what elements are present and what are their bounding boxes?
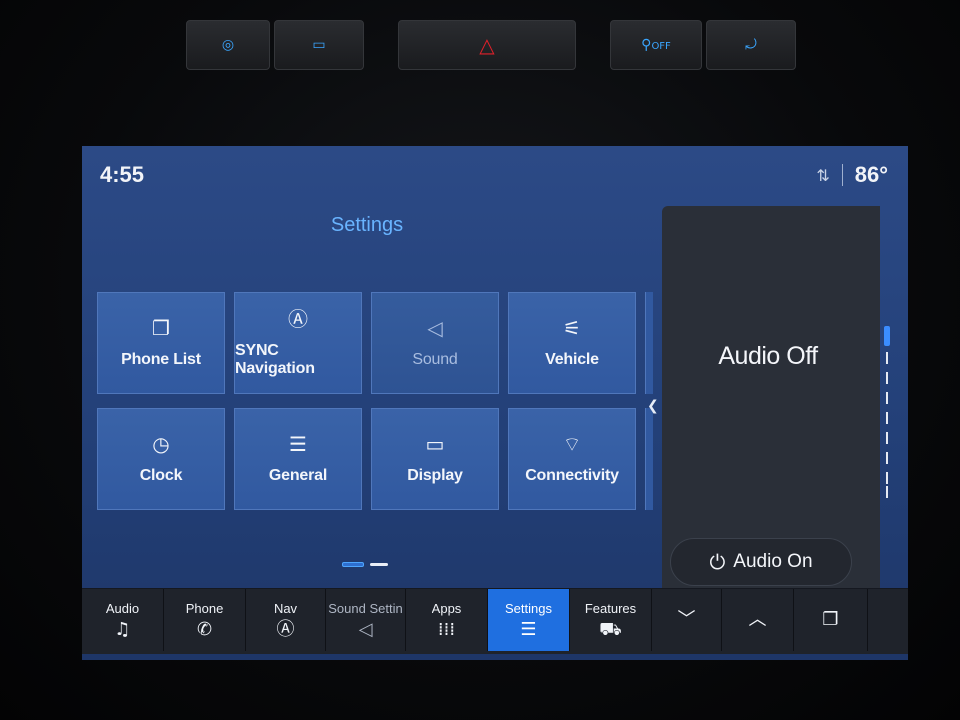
clock-icon: ◷	[152, 432, 170, 456]
scroll-tick	[886, 372, 888, 384]
airbag-off-button[interactable]: ⚲OFF	[610, 20, 702, 70]
apps-grid-icon: ⁞⁞⁞	[437, 618, 456, 640]
tile-vehicle[interactable]: ⚟ Vehicle	[508, 292, 636, 394]
scroll-tick	[886, 452, 888, 464]
chevron-down-icon: ﹀	[677, 609, 696, 630]
navigation-icon: Ⓐ	[288, 307, 308, 331]
scroll-tick	[886, 412, 888, 424]
signal-icon: ⇅	[816, 165, 830, 185]
status-bar-right: ⇅ 86°	[816, 162, 888, 188]
speaker-icon: ◁	[427, 316, 443, 340]
nav-label: Phone	[185, 600, 224, 616]
status-time: 4:55	[100, 162, 145, 187]
nav-scroll-up[interactable]: ︿	[722, 589, 794, 651]
traction-control-button[interactable]: ◎	[186, 20, 270, 70]
panel-collapse-chevron-icon[interactable]: ❮	[647, 398, 659, 414]
nav-apps[interactable]: Apps ⁞⁞⁞	[406, 589, 488, 651]
nav-label: Apps	[431, 600, 462, 616]
infotainment-screen: 4:55 ⇅ 86° Settings ❐ Phone List Ⓐ SYNC …	[82, 146, 908, 660]
nav-label: Settings	[505, 600, 552, 616]
tile-label: SYNC Navigation	[235, 342, 315, 377]
phone-icon: ✆	[196, 618, 213, 640]
tile-next-page-edge	[645, 292, 653, 394]
tile-connectivity[interactable]: ⌔ Connectivity	[508, 408, 636, 510]
scroll-tick	[886, 472, 888, 484]
tile-label: Clock	[139, 467, 183, 484]
nav-label: Nav	[273, 600, 298, 616]
tile-label: Vehicle	[545, 351, 599, 368]
nav-label: Audio	[105, 600, 140, 616]
scroll-tick	[886, 352, 888, 364]
audio-on-button[interactable]: ⏻ Audio On	[670, 538, 852, 586]
nav-sound-settings[interactable]: Sound Settin ◁	[326, 589, 406, 651]
hazard-icon: △	[479, 33, 495, 57]
status-divider	[841, 164, 843, 186]
hazard-button[interactable]: △	[398, 20, 576, 70]
tile-label: Display	[407, 467, 463, 484]
speaker-icon: ◁	[358, 618, 373, 640]
tile-display[interactable]: ▭ Display	[371, 408, 499, 510]
sliders-icon: ☰	[289, 432, 307, 456]
status-temperature: 86°	[854, 162, 888, 187]
audio-panel: Audio Off ⏻ Audio On	[662, 206, 880, 591]
display-icon: ▭	[425, 432, 445, 456]
tile-label: General	[268, 467, 328, 484]
sliders-icon: ☰	[520, 618, 537, 640]
tile-general[interactable]: ☰ General	[234, 408, 362, 510]
phone-list-icon: ❐	[152, 316, 170, 340]
wifi-icon: ⌔	[562, 432, 582, 456]
power-icon: ⏻	[709, 550, 726, 574]
vehicle-icon: ⚟	[563, 316, 581, 340]
audio-on-label: Audio On	[733, 551, 813, 572]
nav-label: Sound Settin	[328, 600, 403, 616]
page-dot	[370, 563, 388, 566]
traction-control-icon: ◎	[221, 37, 235, 53]
scroll-tick	[886, 432, 888, 444]
lamp-icon: ▭	[312, 37, 326, 53]
truck-icon: ⛟	[599, 618, 622, 640]
airbag-icon: ⚲OFF	[641, 37, 671, 53]
airbag-off-label: OFF	[651, 41, 671, 52]
windows-icon: ❐	[822, 609, 839, 630]
tile-label: Sound	[412, 351, 458, 368]
tile-next-page-edge	[645, 408, 653, 510]
navigation-icon: Ⓐ	[276, 618, 295, 640]
lamp-button[interactable]: ▭	[274, 20, 364, 70]
chevron-up-icon: ︿	[748, 609, 767, 630]
panel-scrollbar[interactable]	[884, 326, 890, 498]
tile-label: Connectivity	[525, 467, 619, 484]
scroll-thumb[interactable]	[884, 326, 890, 346]
nav-scroll-down[interactable]: ﹀	[652, 589, 722, 651]
scroll-tick	[886, 486, 888, 498]
hardware-button-row: ◎ ▭ △ ⚲OFF ⤾	[180, 10, 800, 72]
nav-settings[interactable]: Settings ☰	[488, 589, 570, 651]
tile-sound[interactable]: ◁ Sound	[371, 292, 499, 394]
bottom-nav-bar: Audio ♫ Phone ✆ Nav Ⓐ Sound Settin ◁ App…	[82, 588, 908, 654]
tile-clock[interactable]: ◷ Clock	[97, 408, 225, 510]
tile-phone-list[interactable]: ❐ Phone List	[97, 292, 225, 394]
music-note-icon: ♫	[114, 618, 131, 640]
audio-status-title: Audio Off	[718, 342, 818, 370]
page-indicator[interactable]	[342, 562, 388, 567]
nav-audio[interactable]: Audio ♫	[82, 589, 164, 651]
seat-button[interactable]: ⤾	[706, 20, 796, 70]
page-title: Settings	[330, 214, 404, 236]
nav-windows[interactable]: ❐	[794, 589, 868, 651]
nav-phone[interactable]: Phone ✆	[164, 589, 246, 651]
seat-belt-icon: ⤾	[745, 37, 757, 53]
nav-nav[interactable]: Nav Ⓐ	[246, 589, 326, 651]
scroll-tick	[886, 392, 888, 404]
tile-label: Phone List	[121, 351, 201, 368]
nav-features[interactable]: Features ⛟	[570, 589, 652, 651]
tile-sync-navigation[interactable]: Ⓐ SYNC Navigation	[234, 292, 362, 394]
nav-label: Features	[584, 600, 637, 616]
page-dot-active	[342, 562, 364, 567]
